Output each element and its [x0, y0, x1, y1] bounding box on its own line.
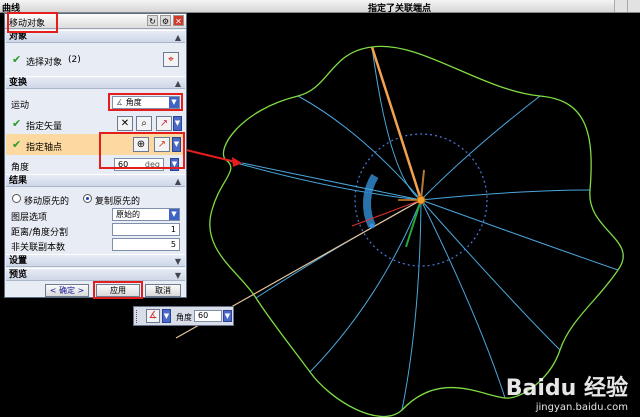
distance-input[interactable]: 1 [112, 223, 180, 236]
angle-row: 角度 60 deg ▼ [6, 156, 185, 173]
dialog-title-bar: 移动对象 ↻ ⚙ ✕ [5, 14, 186, 29]
floatbar-angle-input[interactable]: 60 [194, 310, 222, 322]
select-object-label: 选择对象 [26, 58, 63, 68]
spoke-line [420, 95, 541, 201]
watermark-url: jingyan.baidu.com [535, 402, 628, 413]
axis-indicator-line [351, 199, 422, 227]
close-icon[interactable]: ✕ [173, 15, 184, 26]
angle-input-value: 60 [118, 160, 129, 169]
window-close-button[interactable] [627, 0, 640, 12]
toolbar-grip[interactable] [136, 310, 139, 323]
angle-input[interactable]: 60 deg [114, 158, 164, 171]
spoke-line [297, 95, 422, 201]
section-transform[interactable]: 变换 ▲ [6, 76, 185, 89]
reverse-direction-icon[interactable]: ✕ [117, 116, 133, 131]
crosshair-icon[interactable]: ⌖ [163, 52, 179, 67]
spoke-lines [225, 46, 619, 411]
spoke-line [420, 189, 591, 201]
copies-input[interactable]: 5 [112, 238, 180, 251]
spoke-line [309, 199, 422, 373]
ok-button[interactable]: < 确定 > [45, 284, 89, 297]
dialog-title: 移动对象 [9, 19, 46, 29]
chevron-down-icon[interactable]: ▼ [169, 209, 179, 220]
angle-label: 角度 [11, 163, 30, 173]
floatbar-angle-value: 60 [198, 311, 209, 320]
select-object-row[interactable]: ✔ 选择对象 (2) ⌖ [6, 46, 185, 74]
copies-input-value: 5 [170, 240, 176, 249]
distance-input-value: 1 [170, 225, 176, 234]
start-point [369, 223, 375, 229]
move-object-dialog: 移动对象 ↻ ⚙ ✕ 对象 ▲ ✔ 选择对象 (2) ⌖ 变换 ▲ 运动 ∡ 角… [4, 12, 187, 299]
motion-select[interactable]: ∡ 角度 ▼ [112, 96, 180, 109]
section-object-label: 对象 [9, 32, 28, 42]
collapse-icon[interactable]: ▲ [175, 176, 181, 188]
flower-curve [209, 45, 624, 417]
section-transform-label: 变换 [9, 78, 28, 88]
angle-unit: deg [144, 160, 160, 169]
vector-icon[interactable]: ↗ [156, 116, 172, 131]
window-title-bar: 曲线 指定了关联端点 [0, 0, 640, 14]
chevron-down-icon[interactable]: ▼ [172, 137, 181, 152]
expand-icon[interactable]: ▼ [175, 270, 181, 282]
radio-copy[interactable] [83, 194, 92, 203]
annotation-arrowhead [232, 157, 242, 167]
chevron-down-icon[interactable]: ▼ [170, 158, 179, 171]
spoke-line [420, 199, 619, 271]
spoke-line [255, 199, 422, 299]
selected-curve-line [370, 46, 423, 201]
chevron-down-icon[interactable]: ▼ [223, 310, 232, 322]
section-result[interactable]: 结果 ▲ [6, 174, 185, 187]
chevron-down-icon[interactable]: ▼ [173, 116, 182, 131]
floating-angle-toolbar: ∡ ▼ 角度 60 ▼ [133, 306, 234, 326]
chevron-down-icon[interactable]: ▼ [162, 309, 171, 323]
floatbar-angle-label: 角度 [176, 313, 192, 322]
copies-label: 非关联副本数 [11, 243, 66, 253]
spoke-line [420, 199, 506, 399]
reset-icon[interactable]: ↻ [147, 15, 158, 26]
watermark: Baidu 经验 jingyan.baidu.com [506, 370, 628, 413]
copies-row: 非关联副本数 5 [6, 236, 185, 253]
section-object[interactable]: 对象 ▲ [6, 30, 185, 43]
window-controls [614, 0, 640, 13]
collapse-icon[interactable]: ▲ [175, 78, 181, 90]
window-minimize-button[interactable] [614, 0, 627, 12]
spoke-line [420, 199, 561, 351]
chevron-down-icon[interactable]: ▼ [169, 97, 179, 108]
apply-button[interactable]: 应用 [96, 284, 140, 297]
angle-icon: ∡ [116, 98, 126, 107]
layer-select-value: 原始的 [116, 210, 140, 219]
check-icon: ✔ [12, 117, 22, 130]
annotation-arrow [185, 149, 241, 164]
vector-label: 指定矢量 [26, 122, 63, 132]
motion-row: 运动 ∡ 角度 ▼ [6, 94, 185, 111]
collapse-icon[interactable]: ▲ [175, 32, 181, 44]
layer-select[interactable]: 原始的 ▼ [112, 208, 180, 221]
watermark-brand: Baidu 经验 [505, 376, 628, 401]
endpoint-icon[interactable]: ↗ [154, 137, 170, 152]
motion-label: 运动 [11, 101, 30, 111]
axis-point-row: ✔ 指定轴点 ⊕ ↗ ▼ [6, 134, 185, 155]
result-mode-row: 移动原先的 复制原先的 [6, 190, 185, 207]
section-result-label: 结果 [9, 176, 28, 186]
pivot-point [416, 195, 426, 205]
cancel-button[interactable]: 取消 [145, 284, 181, 297]
check-icon: ✔ [12, 53, 22, 66]
point-dialog-icon[interactable]: ⊕ [133, 137, 149, 152]
reference-line [241, 162, 422, 201]
section-settings[interactable]: 设置 ▼ [6, 254, 185, 267]
expand-icon[interactable]: ▼ [175, 256, 181, 268]
section-preview-label: 预览 [9, 270, 28, 280]
angle-icon[interactable]: ∡ [146, 309, 160, 323]
vector-row: ✔ 指定矢量 ✕ ⌕ ↗ ▼ [6, 115, 185, 132]
check-icon: ✔ [12, 138, 22, 151]
axis-z-handle [420, 169, 425, 201]
axis-point-label: 指定轴点 [26, 143, 63, 153]
section-settings-label: 设置 [9, 256, 28, 266]
radio-move[interactable] [12, 194, 21, 203]
section-preview[interactable]: 预览 ▼ [6, 268, 185, 281]
vector-dialog-icon[interactable]: ⌕ [136, 116, 152, 131]
select-object-count: (2) [68, 55, 81, 65]
motion-select-value: 角度 [125, 98, 142, 107]
gear-icon[interactable]: ⚙ [160, 15, 171, 26]
